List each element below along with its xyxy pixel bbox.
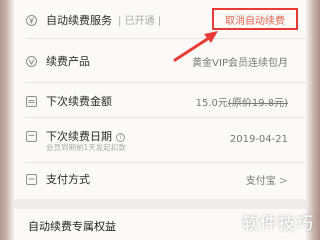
watermark: 软件技巧 [242, 214, 314, 234]
phone-frame: 自动续费服务 | 已开通 | 取消自动续费 续费产品 黄金VIP会员连续包月 下次… [0, 0, 320, 240]
annotation-arrow [173, 31, 218, 62]
arrow-shaft [173, 34, 214, 62]
